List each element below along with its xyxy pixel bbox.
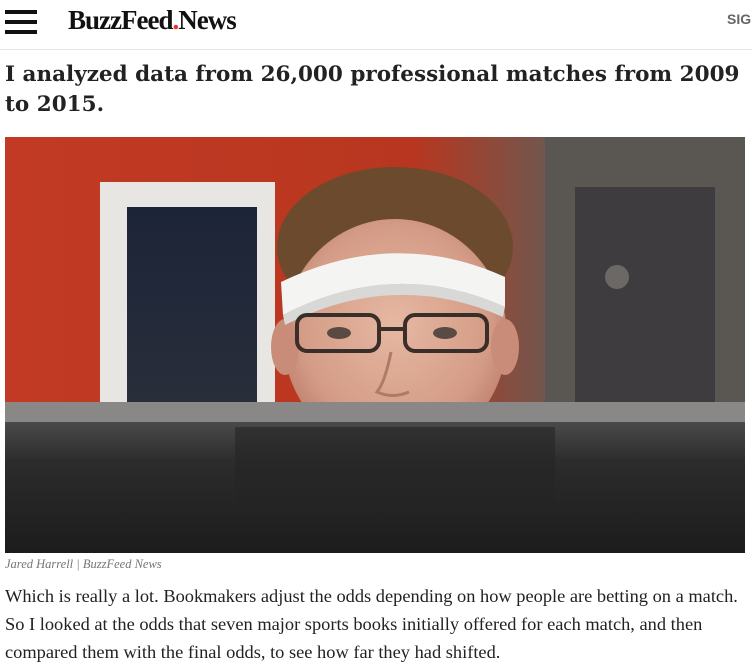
hamburger-menu-icon[interactable] xyxy=(5,10,37,34)
sign-in-button[interactable]: SIG xyxy=(727,11,751,27)
photo-credit: Jared Harrell | BuzzFeed News xyxy=(5,557,162,571)
buzzfeed-news-logo[interactable]: BuzzFeed.News xyxy=(68,5,237,35)
site-header: BuzzFeed.News SIG xyxy=(0,0,752,50)
article-paragraph: Which is really a lot. Bookmakers adjust… xyxy=(5,586,738,662)
article-headline: I analyzed data from 26,000 professional… xyxy=(5,62,740,117)
logo-main: BuzzFeed xyxy=(68,5,173,35)
article-photo xyxy=(5,137,745,553)
logo-sub: News xyxy=(178,5,236,35)
